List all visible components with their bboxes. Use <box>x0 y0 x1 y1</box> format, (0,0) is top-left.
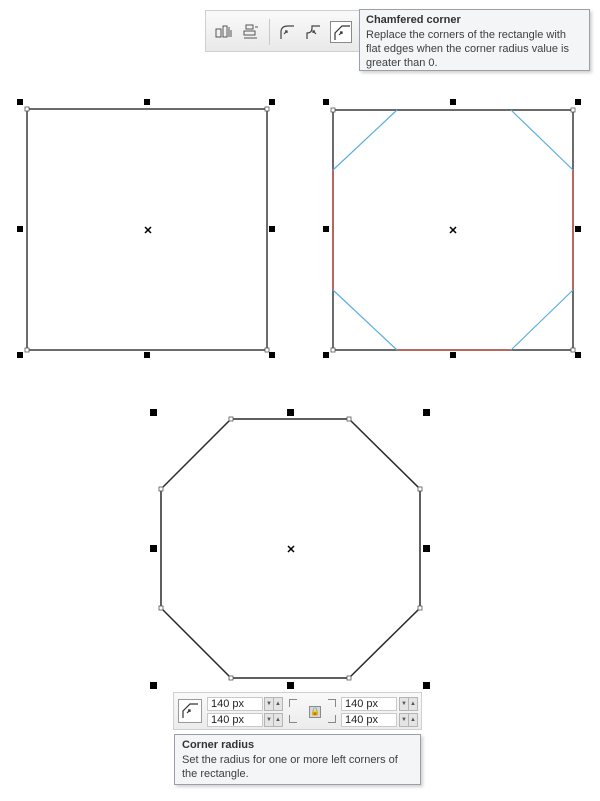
top-left-corner-indicator <box>289 699 297 707</box>
top-left-radius-field[interactable]: 140 px <box>207 697 263 711</box>
center-marker-2 <box>449 226 457 234</box>
tooltip-description: Set the radius for one or more left corn… <box>182 754 398 780</box>
top-right-radius-spinner[interactable]: ▼ ▲ <box>399 697 418 711</box>
corner-radius-tooltip: Corner radius Set the radius for one or … <box>174 734 421 785</box>
spin-up-button[interactable]: ▲ <box>408 713 418 727</box>
bottom-right-radius-field[interactable]: 140 px <box>341 713 397 727</box>
top-left-radius-spinner[interactable]: ▼ ▲ <box>264 697 283 711</box>
spin-up-button[interactable]: ▲ <box>408 697 418 711</box>
lock-ratio-icon[interactable]: 🔒 <box>309 706 321 718</box>
bottom-left-radius-spinner[interactable]: ▼ ▲ <box>264 713 283 727</box>
bottom-left-corner-indicator <box>289 715 297 723</box>
center-marker-3 <box>287 545 295 553</box>
spin-up-button[interactable]: ▲ <box>273 697 283 711</box>
bottom-right-corner-indicator <box>328 715 336 723</box>
tooltip-title: Corner radius <box>182 739 255 751</box>
drawing-canvas <box>17 99 581 689</box>
top-right-radius-field[interactable]: 140 px <box>341 697 397 711</box>
chamfered-corner-icon[interactable] <box>178 699 202 723</box>
center-marker-1 <box>144 226 152 234</box>
bottom-left-radius-field[interactable]: 140 px <box>207 713 263 727</box>
corner-radius-property-bar: 140 px ▼ ▲ 140 px ▼ ▲ 🔒 140 px ▼ ▲ 140 p… <box>173 692 422 730</box>
spin-up-button[interactable]: ▲ <box>273 713 283 727</box>
bottom-right-radius-spinner[interactable]: ▼ ▲ <box>399 713 418 727</box>
top-right-corner-indicator <box>328 699 336 707</box>
